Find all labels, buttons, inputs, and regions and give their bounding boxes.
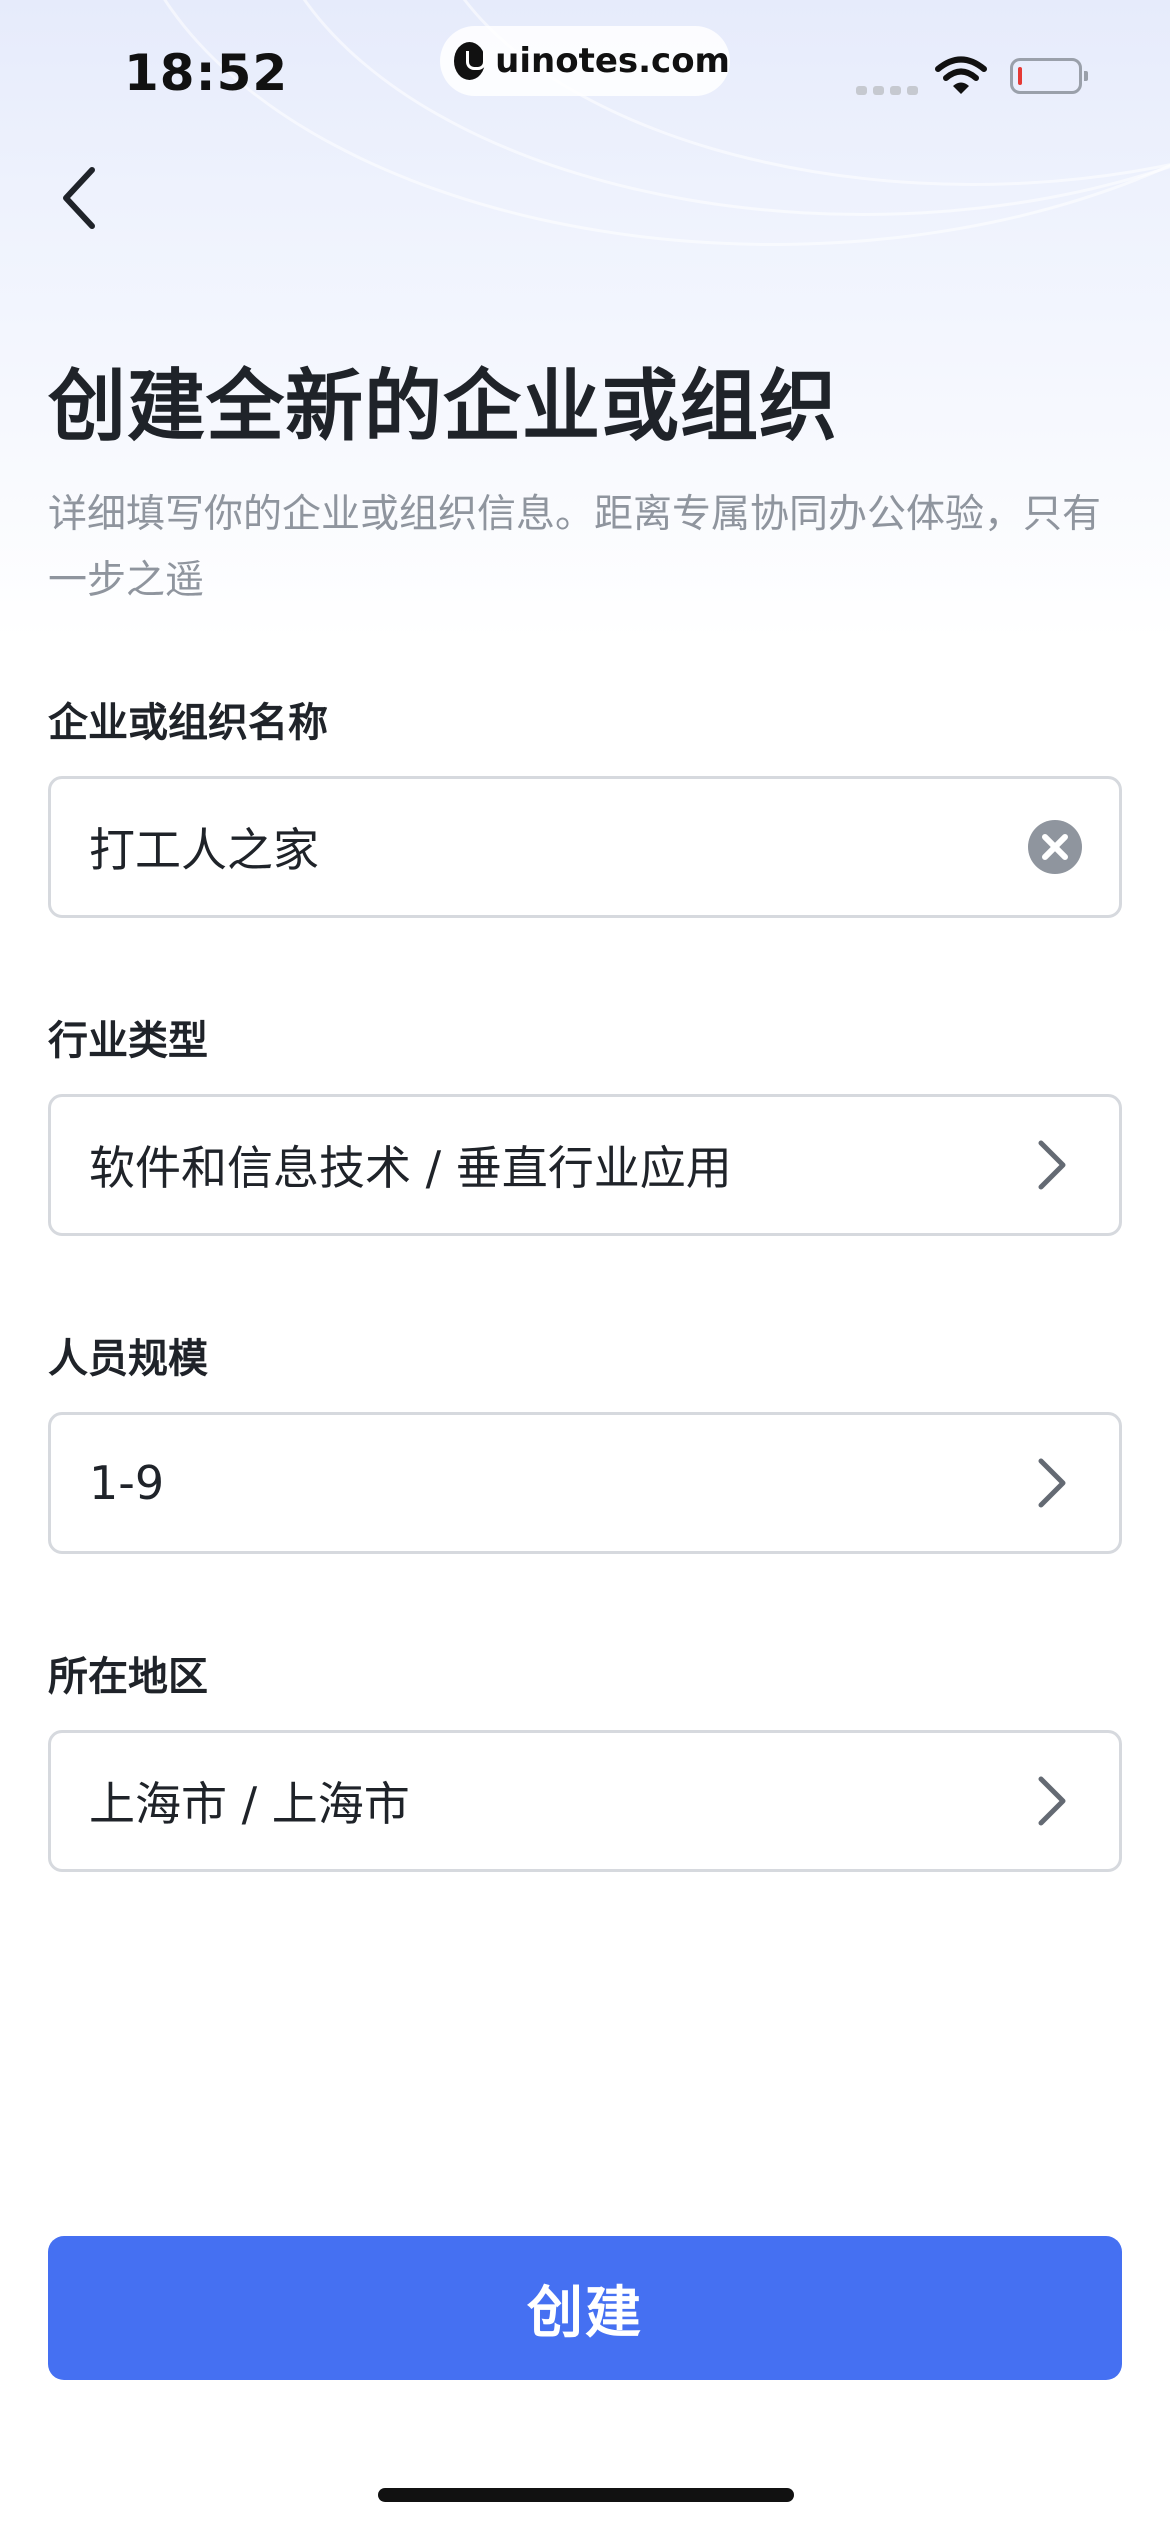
back-button[interactable] xyxy=(50,160,114,236)
staff-size-value: 1-9 xyxy=(89,1456,165,1510)
home-indicator[interactable] xyxy=(378,2488,794,2502)
page-description: 详细填写你的企业或组织信息。距离专属协同办公体验，只有一步之遥 xyxy=(48,492,1102,603)
battery-icon xyxy=(1010,58,1088,94)
status-time: 18:52 xyxy=(124,44,289,102)
chevron-right-icon xyxy=(1038,1458,1066,1508)
watermark-logo-icon xyxy=(454,42,487,80)
org-name-input-value[interactable]: 打工人之家 xyxy=(89,814,1027,880)
chevron-right-icon xyxy=(1038,1140,1066,1190)
org-name-field[interactable]: 打工人之家 xyxy=(48,776,1122,918)
page-title: 创建全新的企业或组织 xyxy=(48,362,839,452)
industry-label: 行业类型 xyxy=(48,1018,208,1064)
industry-value: 软件和信息技术 / 垂直行业应用 xyxy=(89,1141,732,1195)
industry-selector[interactable]: 软件和信息技术 / 垂直行业应用 xyxy=(48,1094,1122,1236)
wifi-icon xyxy=(935,56,987,94)
cellular-signal-icon xyxy=(856,86,918,95)
watermark-badge: uinotes.com xyxy=(440,26,730,96)
staff-size-label: 人员规模 xyxy=(48,1336,208,1382)
region-value: 上海市 / 上海市 xyxy=(89,1777,410,1831)
watermark-text: uinotes.com xyxy=(495,41,730,81)
create-button[interactable]: 创建 xyxy=(48,2236,1122,2380)
org-name-label: 企业或组织名称 xyxy=(48,700,328,746)
clear-input-icon[interactable] xyxy=(1027,819,1083,875)
chevron-right-icon xyxy=(1038,1776,1066,1826)
region-label: 所在地区 xyxy=(48,1654,208,1700)
staff-size-selector[interactable]: 1-9 xyxy=(48,1412,1122,1554)
region-selector[interactable]: 上海市 / 上海市 xyxy=(48,1730,1122,1872)
